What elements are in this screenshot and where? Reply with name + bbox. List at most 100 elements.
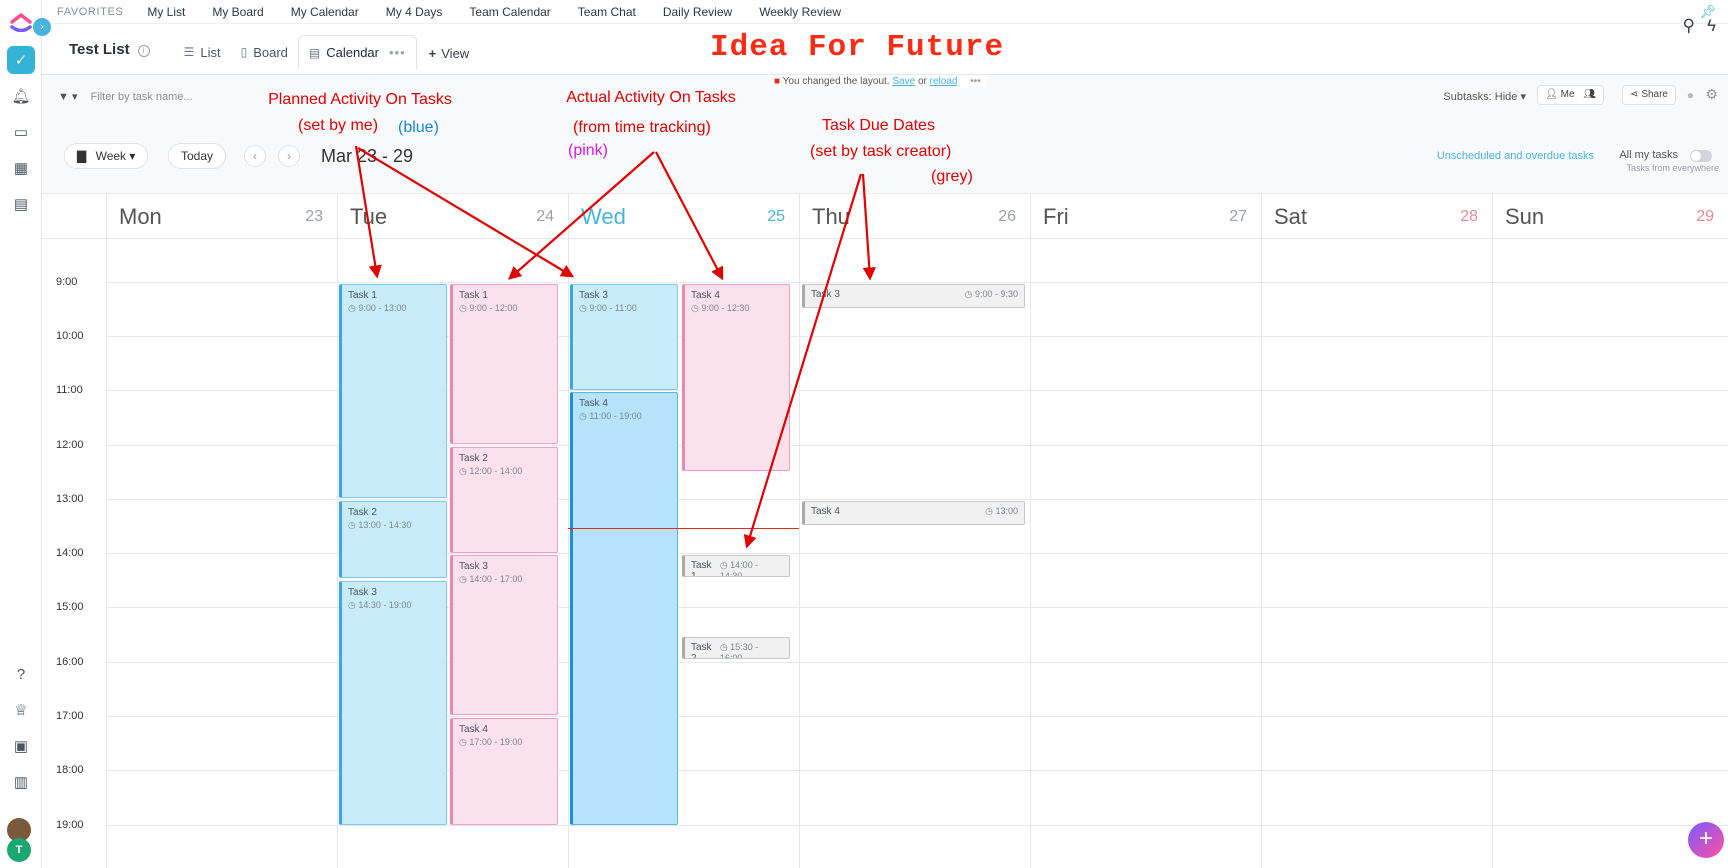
event-title: Task 2: [459, 453, 488, 464]
today-button[interactable]: Today: [168, 143, 227, 169]
annotation-planned-sub: (set by me): [298, 117, 379, 134]
calendar-body[interactable]: 9:00 10:00 11:00 12:00 13:00 14:00 15:00…: [42, 238, 1728, 868]
more-icon[interactable]: •••: [970, 76, 981, 87]
color-drop-icon[interactable]: ●: [1687, 88, 1694, 102]
event-actual[interactable]: Task 1 ◷ 9:00 - 12:00: [450, 284, 558, 444]
clipboard-icon[interactable]: ▥: [7, 768, 35, 796]
trophy-icon[interactable]: ♕: [7, 696, 35, 724]
event-time-text: 9:00 - 9:30: [974, 289, 1018, 299]
time-label: 14:00: [56, 547, 84, 559]
save-disk-icon: ■: [774, 76, 781, 87]
day-number: 24: [536, 208, 554, 225]
event-actual[interactable]: Task 4 ◷ 9:00 - 12:30: [682, 284, 790, 471]
workspace-avatar[interactable]: T: [7, 838, 31, 862]
day-name: Thu: [812, 204, 850, 229]
favorite-my-calendar[interactable]: My Calendar: [291, 5, 359, 19]
time-label: 13:00: [56, 493, 84, 505]
day-header-thu[interactable]: Thu 26: [799, 194, 1030, 238]
event-time: ◷ 15:30 - 16:00: [720, 642, 783, 658]
reload-layout-link[interactable]: reload: [930, 76, 958, 87]
favorite-team-calendar[interactable]: Team Calendar: [469, 5, 550, 19]
layout-changed-message: ■ You changed the layout. Save or reload…: [768, 75, 987, 88]
info-icon[interactable]: i: [137, 45, 150, 57]
event-planned[interactable]: Task 3 ◷ 9:00 - 11:00: [570, 284, 678, 390]
day-header-fri[interactable]: Fri 27: [1030, 194, 1261, 238]
event-planned[interactable]: Task 3 ◷ 14:30 - 19:00: [339, 581, 447, 825]
docs-icon[interactable]: ▤: [7, 190, 35, 218]
settings-gear-icon[interactable]: ⚙: [1705, 86, 1718, 103]
event-title: Task 2: [691, 642, 712, 659]
day-header-sat[interactable]: Sat 28: [1261, 194, 1492, 238]
event-title: Task 2: [348, 507, 377, 518]
tab-calendar[interactable]: ▤ Calendar •••: [297, 35, 417, 69]
event-due[interactable]: Task 1 ◷ 14:00 - 14:30: [682, 555, 790, 577]
share-button[interactable]: ⋖ Share: [1622, 85, 1676, 105]
event-title: Task 1: [459, 290, 488, 301]
event-time-text: 13:00: [995, 506, 1018, 516]
save-layout-link[interactable]: Save: [892, 76, 915, 87]
event-due[interactable]: Task 4 ◷ 13:00: [802, 501, 1025, 525]
event-title: Task 4: [691, 290, 720, 301]
day-header-sun[interactable]: Sun 29: [1492, 194, 1728, 238]
lightning-icon[interactable]: ϟ: [1707, 16, 1716, 35]
favorites-bar: FAVORITES My List My Board My Calendar M…: [42, 0, 1728, 24]
unscheduled-tasks-link[interactable]: Unscheduled and overdue tasks: [1437, 150, 1594, 162]
event-title: Task 3: [459, 561, 488, 572]
filter-input[interactable]: ▼ ▾ Filter by task name...: [58, 90, 193, 103]
search-icon[interactable]: ⚲: [1683, 16, 1695, 35]
event-due[interactable]: Task 3 ◷ 9:00 - 9:30: [802, 284, 1025, 308]
expand-sidebar-chevron-icon[interactable]: ›: [33, 18, 51, 36]
inbox-icon[interactable]: ▭: [7, 118, 35, 146]
board-icon: ▯: [240, 45, 248, 59]
day-header-mon[interactable]: Mon 23: [106, 194, 337, 238]
day-header-tue[interactable]: Tue 24: [337, 194, 568, 238]
tab-board[interactable]: ▯ Board: [231, 35, 298, 69]
annotation-due-title: Task Due Dates: [822, 117, 935, 134]
add-fab-plus-icon[interactable]: +: [1688, 822, 1724, 858]
favorite-daily-review[interactable]: Daily Review: [663, 5, 732, 19]
tasks-icon[interactable]: ✓: [7, 46, 35, 74]
favorite-my-4-days[interactable]: My 4 Days: [386, 5, 443, 19]
event-actual[interactable]: Task 2 ◷ 12:00 - 14:00: [450, 447, 558, 553]
day-number: 23: [305, 208, 323, 225]
event-due[interactable]: Task 2 ◷ 15:30 - 16:00: [682, 637, 790, 659]
help-icon[interactable]: ?: [7, 660, 35, 688]
list-icon: ☰: [183, 45, 195, 59]
add-view-button[interactable]: + View: [429, 46, 470, 61]
event-planned[interactable]: Task 2 ◷ 13:00 - 14:30: [339, 501, 447, 578]
tab-board-label: Board: [253, 44, 288, 60]
event-time: ◷ 13:00: [985, 506, 1018, 517]
notifications-bell-icon[interactable]: 🔔︎: [7, 82, 35, 110]
time-label: 16:00: [56, 656, 84, 668]
favorite-team-chat[interactable]: Team Chat: [578, 5, 636, 19]
clock-icon: ◷: [348, 303, 359, 313]
layout-msg-text: You changed the layout.: [782, 76, 890, 87]
event-time: ◷ 17:00 - 19:00: [459, 737, 551, 748]
tab-more-icon[interactable]: •••: [389, 45, 406, 60]
all-my-tasks-toggle[interactable]: [1690, 150, 1712, 162]
day-number: 25: [767, 208, 785, 225]
subtasks-dropdown[interactable]: Subtasks: Hide ▾: [1443, 90, 1526, 103]
me-label: Me: [1560, 89, 1575, 100]
favorite-weekly-review[interactable]: Weekly Review: [759, 5, 841, 19]
list-title: Test List: [69, 41, 130, 58]
dashboards-grid-icon[interactable]: ▦: [7, 154, 35, 182]
me-filter-button[interactable]: 👤︎ Me 👥︎: [1537, 85, 1604, 105]
day-header-wed[interactable]: Wed 25: [568, 194, 799, 238]
favorite-my-board[interactable]: My Board: [212, 5, 263, 19]
next-week-chevron-icon[interactable]: ›: [278, 145, 300, 167]
event-planned[interactable]: Task 1 ◷ 9:00 - 13:00: [339, 284, 447, 498]
prev-week-chevron-icon[interactable]: ‹: [244, 145, 266, 167]
left-rail: ✓ 🔔︎ ▭ ▦ ▤ ? ♕ ▣ ▥ T: [0, 0, 42, 868]
week-dropdown[interactable]: ▇ Week ▾: [64, 143, 149, 169]
event-time-text: 13:00 - 14:30: [358, 520, 412, 530]
favorite-my-list[interactable]: My List: [147, 5, 185, 19]
event-actual[interactable]: Task 4 ◷ 17:00 - 19:00: [450, 718, 558, 825]
event-planned[interactable]: Task 4 ◷ 11:00 - 19:00: [570, 392, 678, 825]
briefcase-icon[interactable]: ▣: [7, 732, 35, 760]
app-logo-icon[interactable]: [8, 6, 34, 32]
tab-list[interactable]: ☰ List: [174, 35, 231, 69]
event-actual[interactable]: Task 3 ◷ 14:00 - 17:00: [450, 555, 558, 715]
filter-funnel-icon[interactable]: ▼ ▾: [58, 91, 77, 103]
event-time-text: 9:00 - 12:00: [469, 303, 518, 313]
